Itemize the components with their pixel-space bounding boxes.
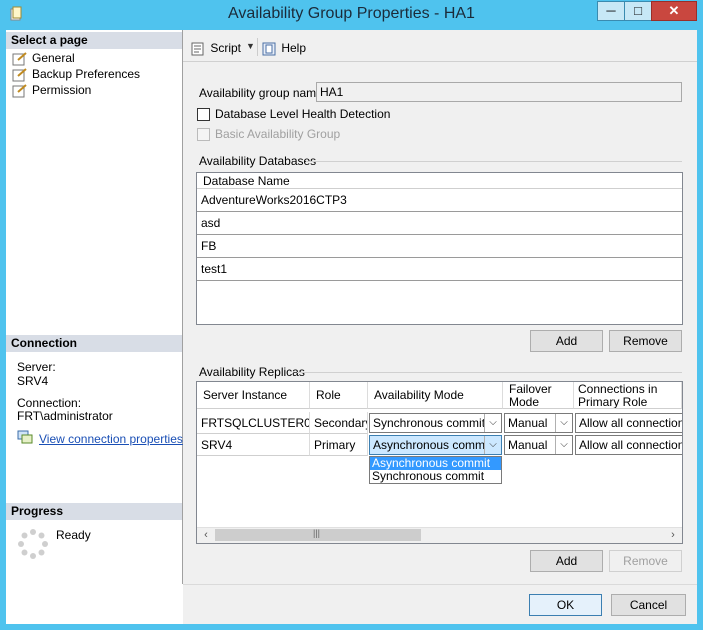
group-divider — [297, 372, 682, 373]
add-database-button[interactable]: Add — [530, 330, 603, 352]
chevron-down-icon[interactable]: ⌵ — [555, 414, 572, 432]
help-button[interactable]: Help — [262, 40, 306, 58]
database-row[interactable]: test1 — [197, 258, 682, 281]
cancel-button[interactable]: Cancel — [611, 594, 686, 616]
remove-replica-button: Remove — [609, 550, 682, 572]
minimize-button[interactable]: ─ — [597, 1, 625, 21]
script-icon — [191, 42, 204, 56]
chevron-down-icon[interactable]: ⌵ — [484, 436, 501, 454]
toolbar-separator — [257, 38, 258, 56]
window-frame-bottom — [0, 624, 703, 630]
script-label: Script — [210, 41, 242, 55]
server-value: SRV4 — [17, 374, 49, 388]
failover-mode-value: Manual — [508, 416, 548, 430]
replica-server-cell[interactable]: SRV4 — [197, 434, 310, 456]
availability-databases-label: Availability Databases — [199, 154, 317, 168]
window-frame-right — [697, 30, 703, 630]
connection-header: Connection — [6, 335, 182, 352]
availability-mode-select[interactable]: Synchronous commit ⌵ — [369, 413, 502, 433]
progress-spinner-icon — [18, 529, 48, 559]
help-icon — [262, 42, 276, 56]
page-item-label: General — [32, 51, 75, 65]
availability-mode-dropdown-list: Asynchronous commit Synchronous commit — [369, 456, 502, 484]
replica-role-cell: Primary — [310, 434, 368, 456]
connections-value: Allow all connections — [579, 416, 682, 430]
chevron-down-icon[interactable]: ⌵ — [555, 436, 572, 454]
page-wrench-icon — [12, 68, 27, 82]
maximize-button[interactable]: □ — [624, 1, 652, 21]
group-divider — [306, 161, 682, 162]
connections-primary-role-select[interactable]: Allow all connections — [575, 413, 682, 433]
page-item-backup-preferences[interactable]: Backup Preferences — [12, 66, 140, 82]
progress-status: Ready — [56, 528, 91, 542]
scroll-left-icon[interactable]: ‹ — [199, 528, 213, 542]
toolbar-divider — [183, 61, 697, 62]
database-row[interactable]: FB — [197, 235, 682, 258]
availability-mode-select[interactable]: Asynchronous commit ⌵ — [369, 435, 502, 455]
ok-button[interactable]: OK — [529, 594, 602, 616]
connection-value: FRT\administrator — [17, 409, 113, 423]
dropdown-option[interactable]: Synchronous commit — [370, 470, 501, 483]
failover-mode-column-header[interactable]: Failover Mode — [503, 382, 574, 409]
failover-mode-select[interactable]: Manual ⌵ — [504, 435, 573, 455]
view-connection-properties-link[interactable]: View connection properties — [39, 432, 183, 446]
page-item-permission[interactable]: Permission — [12, 82, 91, 98]
availability-mode-value: Asynchronous commit — [373, 438, 492, 452]
connection-properties-icon — [17, 430, 33, 444]
scroll-right-icon[interactable]: › — [666, 528, 680, 542]
db-health-detection-label: Database Level Health Detection — [215, 107, 391, 121]
connection-label: Connection: — [17, 396, 82, 410]
page-item-general[interactable]: General — [12, 50, 75, 66]
connections-primary-role-select[interactable]: Allow all connections — [575, 435, 682, 455]
help-label: Help — [281, 41, 307, 55]
failover-mode-value: Manual — [508, 438, 548, 452]
page-item-label: Backup Preferences — [32, 67, 141, 81]
db-health-detection-checkbox[interactable] — [197, 108, 210, 121]
ag-name-label: Availability group name: — [199, 86, 327, 100]
server-instance-column-header[interactable]: Server Instance — [197, 382, 310, 409]
basic-ag-label: Basic Availability Group — [215, 127, 341, 141]
progress-header: Progress — [6, 503, 182, 520]
remove-database-button[interactable]: Remove — [609, 330, 682, 352]
chevron-down-icon[interactable]: ⌵ — [484, 414, 501, 432]
left-pane — [6, 30, 183, 584]
replica-server-cell[interactable]: FRTSQLCLUSTER01 — [197, 412, 310, 434]
select-page-header: Select a page — [6, 32, 182, 49]
availability-replicas-label: Availability Replicas — [199, 365, 305, 379]
script-dropdown-arrow-icon[interactable]: ▼ — [246, 41, 255, 51]
connections-value: Allow all connections — [579, 438, 682, 452]
page-item-label: Permission — [32, 83, 92, 97]
replica-role-cell: Secondary — [310, 412, 368, 434]
script-button[interactable]: Script — [191, 40, 241, 58]
server-label: Server: — [17, 360, 56, 374]
role-column-header[interactable]: Role — [310, 382, 368, 409]
database-row[interactable]: AdventureWorks2016CTP3 — [197, 189, 682, 212]
connections-primary-role-column-header[interactable]: Connections in Primary Role — [574, 382, 682, 409]
page-wrench-icon — [12, 52, 27, 66]
availability-mode-column-header[interactable]: Availability Mode — [368, 382, 503, 409]
add-replica-button[interactable]: Add — [530, 550, 603, 572]
basic-ag-checkbox — [197, 128, 210, 141]
database-name-column-header[interactable]: Database Name — [197, 173, 682, 189]
page-wrench-icon — [12, 84, 27, 98]
scrollbar-grip-icon: ||| — [313, 528, 321, 538]
availability-mode-value: Synchronous commit — [373, 416, 486, 430]
database-row[interactable]: asd — [197, 212, 682, 235]
ag-name-field[interactable]: HA1 — [316, 82, 682, 102]
close-button[interactable]: ✕ — [651, 1, 697, 21]
failover-mode-select[interactable]: Manual ⌵ — [504, 413, 573, 433]
